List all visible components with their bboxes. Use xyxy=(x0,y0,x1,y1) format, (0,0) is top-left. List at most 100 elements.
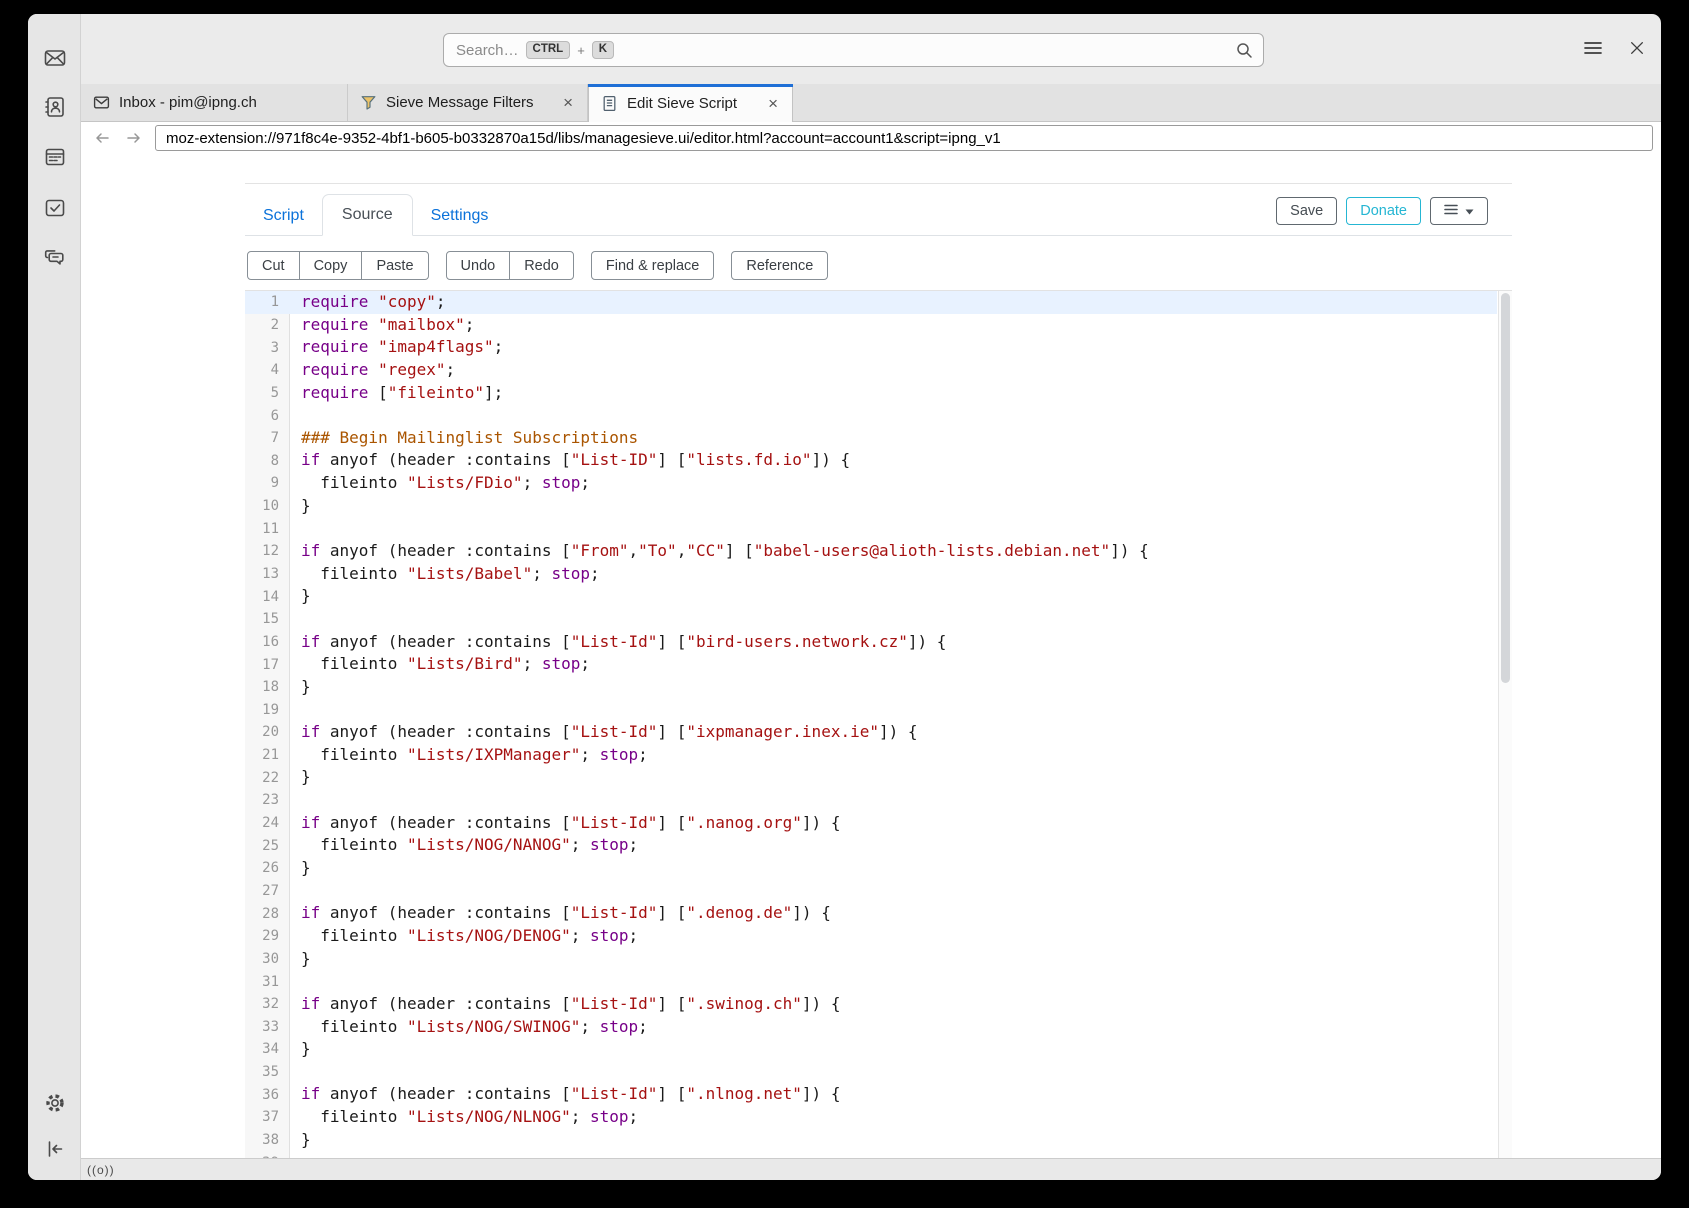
top-divider xyxy=(245,183,1512,184)
code-line: require "regex"; xyxy=(290,359,455,382)
line-number: 29 xyxy=(245,928,290,944)
editor-tab-source[interactable]: Source xyxy=(322,194,413,236)
app-menu-icon[interactable] xyxy=(1583,38,1603,58)
tasks-space-icon xyxy=(43,196,67,225)
code-row: 24if anyof (header :contains ["List-Id"]… xyxy=(245,812,1497,835)
code-line: require ["fileinto"]; xyxy=(290,382,503,405)
window-close-icon[interactable] xyxy=(1627,38,1647,58)
url-text: moz-extension://971f8c4e-9352-4bf1-b605-… xyxy=(166,130,1001,147)
mail-tab-icon xyxy=(93,94,110,111)
tab-close-icon[interactable]: × xyxy=(766,95,780,112)
donate-button[interactable]: Donate xyxy=(1346,197,1421,225)
search-bar[interactable]: Search… CTRL + K xyxy=(443,33,1264,67)
editor-actions: Save Donate xyxy=(1276,197,1488,225)
search-icon xyxy=(1235,41,1253,64)
code-row: 23 xyxy=(245,789,1497,812)
space-tasks-space-button[interactable] xyxy=(42,197,68,223)
code-row: 12if anyof (header :contains ["From","To… xyxy=(245,540,1497,563)
tab-close-icon[interactable]: × xyxy=(561,94,575,111)
copy-button[interactable]: Copy xyxy=(299,251,363,280)
code-row: 20if anyof (header :contains ["List-Id"]… xyxy=(245,721,1497,744)
line-number: 4 xyxy=(245,362,290,378)
code-row: 19 xyxy=(245,699,1497,722)
cut-button[interactable]: Cut xyxy=(247,251,300,280)
tab-edit-sieve-script[interactable]: Edit Sieve Script× xyxy=(588,84,793,122)
redo-button[interactable]: Redo xyxy=(509,251,574,280)
line-number: 16 xyxy=(245,634,290,650)
tab-sieve-message-filters[interactable]: Sieve Message Filters× xyxy=(348,84,588,121)
line-number: 24 xyxy=(245,815,290,831)
line-number: 21 xyxy=(245,747,290,763)
line-number: 28 xyxy=(245,906,290,922)
forward-arrow-icon[interactable] xyxy=(125,129,143,147)
code-row: 10} xyxy=(245,495,1497,518)
address-book-space-icon xyxy=(43,95,67,124)
code-row: 2require "mailbox"; xyxy=(245,314,1497,337)
line-number: 5 xyxy=(245,385,290,401)
find-replace-button[interactable]: Find & replace xyxy=(591,251,715,280)
editor-menu-button[interactable] xyxy=(1430,197,1488,225)
line-number: 7 xyxy=(245,430,290,446)
shortcut-key-ctrl: CTRL xyxy=(526,41,571,59)
line-number: 1 xyxy=(245,294,290,310)
hamburger-icon xyxy=(1444,203,1458,219)
editor-page: ScriptSourceSettings Save Donate CutCopy… xyxy=(81,154,1661,1158)
code-line: require "mailbox"; xyxy=(290,314,474,337)
caret-down-icon xyxy=(1465,203,1474,219)
space-calendar-space-button[interactable] xyxy=(42,146,68,172)
space-settings-gear-button[interactable] xyxy=(42,1092,68,1118)
code-line: if anyof (header :contains ["List-Id"] [… xyxy=(290,1083,840,1106)
url-bar[interactable]: moz-extension://971f8c4e-9352-4bf1-b605-… xyxy=(155,125,1653,151)
code-editor[interactable]: 1require "copy";2require "mailbox";3requ… xyxy=(245,290,1512,1158)
code-row: 38} xyxy=(245,1129,1497,1152)
editor-tab-script[interactable]: Script xyxy=(245,196,322,236)
code-row: 31 xyxy=(245,970,1497,993)
editor-tabs: ScriptSourceSettings xyxy=(245,194,506,236)
status-bar: ((o)) xyxy=(81,1158,1661,1180)
shortcut-plus: + xyxy=(577,43,585,58)
code-row: 28if anyof (header :contains ["List-Id"]… xyxy=(245,902,1497,925)
save-button[interactable]: Save xyxy=(1276,197,1337,225)
location-bar-row: moz-extension://971f8c4e-9352-4bf1-b605-… xyxy=(81,122,1661,154)
code-row: 25 fileinto "Lists/NOG/NANOG"; stop; xyxy=(245,834,1497,857)
code-line: } xyxy=(290,676,311,699)
line-number: 34 xyxy=(245,1041,290,1057)
code-row: 18} xyxy=(245,676,1497,699)
paste-button[interactable]: Paste xyxy=(361,251,428,280)
tab-inbox-pim-ipng-ch[interactable]: Inbox - pim@ipng.ch xyxy=(81,84,348,121)
editor-scrollbar[interactable] xyxy=(1498,291,1512,1158)
code-row: 6 xyxy=(245,404,1497,427)
code-row: 16if anyof (header :contains ["List-Id"]… xyxy=(245,631,1497,654)
line-number: 22 xyxy=(245,770,290,786)
undo-button[interactable]: Undo xyxy=(446,251,511,280)
code-line: } xyxy=(290,585,311,608)
network-status-icon: ((o)) xyxy=(87,1163,115,1177)
reference-button[interactable]: Reference xyxy=(731,251,828,280)
line-number: 31 xyxy=(245,974,290,990)
code-line: fileinto "Lists/NOG/DENOG"; stop; xyxy=(290,925,638,948)
code-row: 14} xyxy=(245,585,1497,608)
code-row: 39 xyxy=(245,1151,1497,1158)
funnel-icon xyxy=(360,94,377,111)
editor-toolbar: CutCopyPaste UndoRedo Find & replace Refere… xyxy=(247,251,828,280)
code-row: 17 fileinto "Lists/Bird"; stop; xyxy=(245,653,1497,676)
space-collapse-spaces-button[interactable] xyxy=(42,1138,68,1164)
button-group: Reference xyxy=(731,251,828,280)
space-address-book-space-button[interactable] xyxy=(42,96,68,122)
back-arrow-icon[interactable] xyxy=(93,129,111,147)
space-chat-space-button[interactable] xyxy=(42,247,68,273)
code-row: 4require "regex"; xyxy=(245,359,1497,382)
code-line: fileinto "Lists/Babel"; stop; xyxy=(290,563,600,586)
code-line: } xyxy=(290,766,311,789)
code-row: 13 fileinto "Lists/Babel"; stop; xyxy=(245,563,1497,586)
space-mail-space-button[interactable] xyxy=(42,47,68,73)
code-row: 29 fileinto "Lists/NOG/DENOG"; stop; xyxy=(245,925,1497,948)
code-row: 21 fileinto "Lists/IXPManager"; stop; xyxy=(245,744,1497,767)
code-line: if anyof (header :contains ["List-Id"] [… xyxy=(290,812,840,835)
scrollbar-thumb[interactable] xyxy=(1501,293,1510,683)
line-number: 25 xyxy=(245,838,290,854)
code-line: if anyof (header :contains ["List-Id"] [… xyxy=(290,721,918,744)
code-row: 33 fileinto "Lists/NOG/SWINOG"; stop; xyxy=(245,1016,1497,1039)
editor-tab-settings[interactable]: Settings xyxy=(413,196,507,236)
line-number: 2 xyxy=(245,317,290,333)
